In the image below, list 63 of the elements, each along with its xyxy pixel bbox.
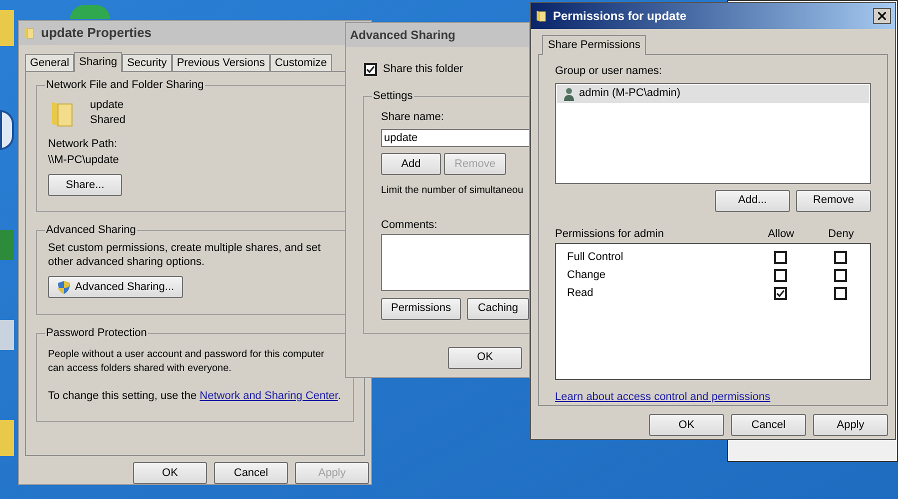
dialog-button[interactable]: OK — [649, 414, 724, 436]
column-header: Deny — [827, 226, 855, 241]
folder-name: update — [90, 98, 125, 113]
dialog-button[interactable]: Cancel — [731, 414, 806, 436]
dialog-button[interactable]: Cancel — [214, 462, 288, 484]
group-title: Network File and Folder Sharing — [45, 78, 205, 92]
network-center-link[interactable]: Network and Sharing Center — [200, 390, 338, 402]
network-path: \\M-PC\update — [48, 153, 120, 168]
share-button[interactable]: Share... — [48, 174, 122, 196]
permissions-button[interactable]: Permissions — [381, 298, 461, 320]
remove-button[interactable]: Remove — [796, 190, 871, 212]
user-row[interactable]: admin (M-PC\admin) — [557, 84, 869, 102]
window-title: Permissions for update — [553, 8, 688, 25]
tab[interactable]: Share Permissions — [542, 35, 646, 55]
folder-icon — [23, 26, 37, 40]
tab[interactable]: Previous Versions — [172, 54, 270, 71]
limit-text: Limit the number of simultaneou — [381, 184, 524, 198]
user-name: admin (M-PC\admin) — [579, 86, 680, 102]
group-title: Advanced Sharing — [45, 223, 137, 237]
add-button[interactable]: Add... — [715, 190, 790, 212]
checkbox-label: Share this folder — [383, 62, 464, 77]
window-title: update Properties — [41, 24, 152, 42]
checkbox[interactable] — [774, 269, 786, 282]
advanced-sharing-button[interactable]: Advanced Sharing... — [48, 276, 184, 298]
shield-icon — [57, 280, 71, 294]
tab[interactable]: Sharing — [74, 52, 122, 72]
checkbox[interactable] — [834, 269, 846, 282]
dialog-button[interactable]: Apply — [813, 414, 888, 436]
user-icon — [563, 86, 575, 100]
field-label: Share name: — [381, 110, 445, 124]
access-control-link[interactable]: Learn about access control and permissions — [555, 388, 871, 405]
ok-button[interactable]: OK — [448, 346, 522, 368]
close-icon — [878, 12, 886, 20]
group-title: Settings — [372, 88, 414, 102]
path-label: Network Path: — [48, 137, 118, 152]
field-label: Comments: — [381, 218, 438, 233]
tab[interactable]: Security — [122, 54, 172, 71]
dialog-button[interactable]: OK — [133, 462, 207, 484]
close-button[interactable] — [873, 8, 891, 24]
share-status: Shared — [90, 113, 126, 128]
checkbox[interactable] — [834, 251, 846, 264]
description-text: People without a user account and password for this computer can access folders shared with everyone. — [48, 348, 326, 376]
comments-field[interactable] — [381, 234, 529, 290]
column-header: Allow — [766, 226, 796, 241]
tab[interactable]: Customize — [270, 54, 332, 71]
folder-icon — [535, 9, 549, 23]
checkbox[interactable] — [364, 62, 377, 76]
share-name-input[interactable]: update — [381, 129, 529, 147]
tab[interactable]: General — [25, 54, 74, 71]
window-title: Advanced Sharing — [350, 27, 456, 44]
checkbox[interactable] — [774, 287, 786, 300]
caching-button[interactable]: Caching — [467, 298, 529, 320]
add-button[interactable]: Add — [381, 153, 441, 175]
permission-name: Change — [567, 268, 607, 284]
permission-name: Full Control — [567, 250, 624, 266]
group-label: Group or user names: — [555, 64, 663, 79]
hint-text: To change this setting, use the Network and Sharing Center. — [48, 389, 342, 404]
permissions-label: Permissions for admin — [555, 226, 665, 241]
description-text: Set custom permissions, create multiple shares, and set other advanced sharing options. — [48, 241, 322, 269]
desktop-icon[interactable] — [0, 110, 14, 150]
permission-name: Read — [567, 286, 594, 302]
checkbox[interactable] — [834, 287, 846, 300]
checkbox[interactable] — [774, 251, 786, 264]
